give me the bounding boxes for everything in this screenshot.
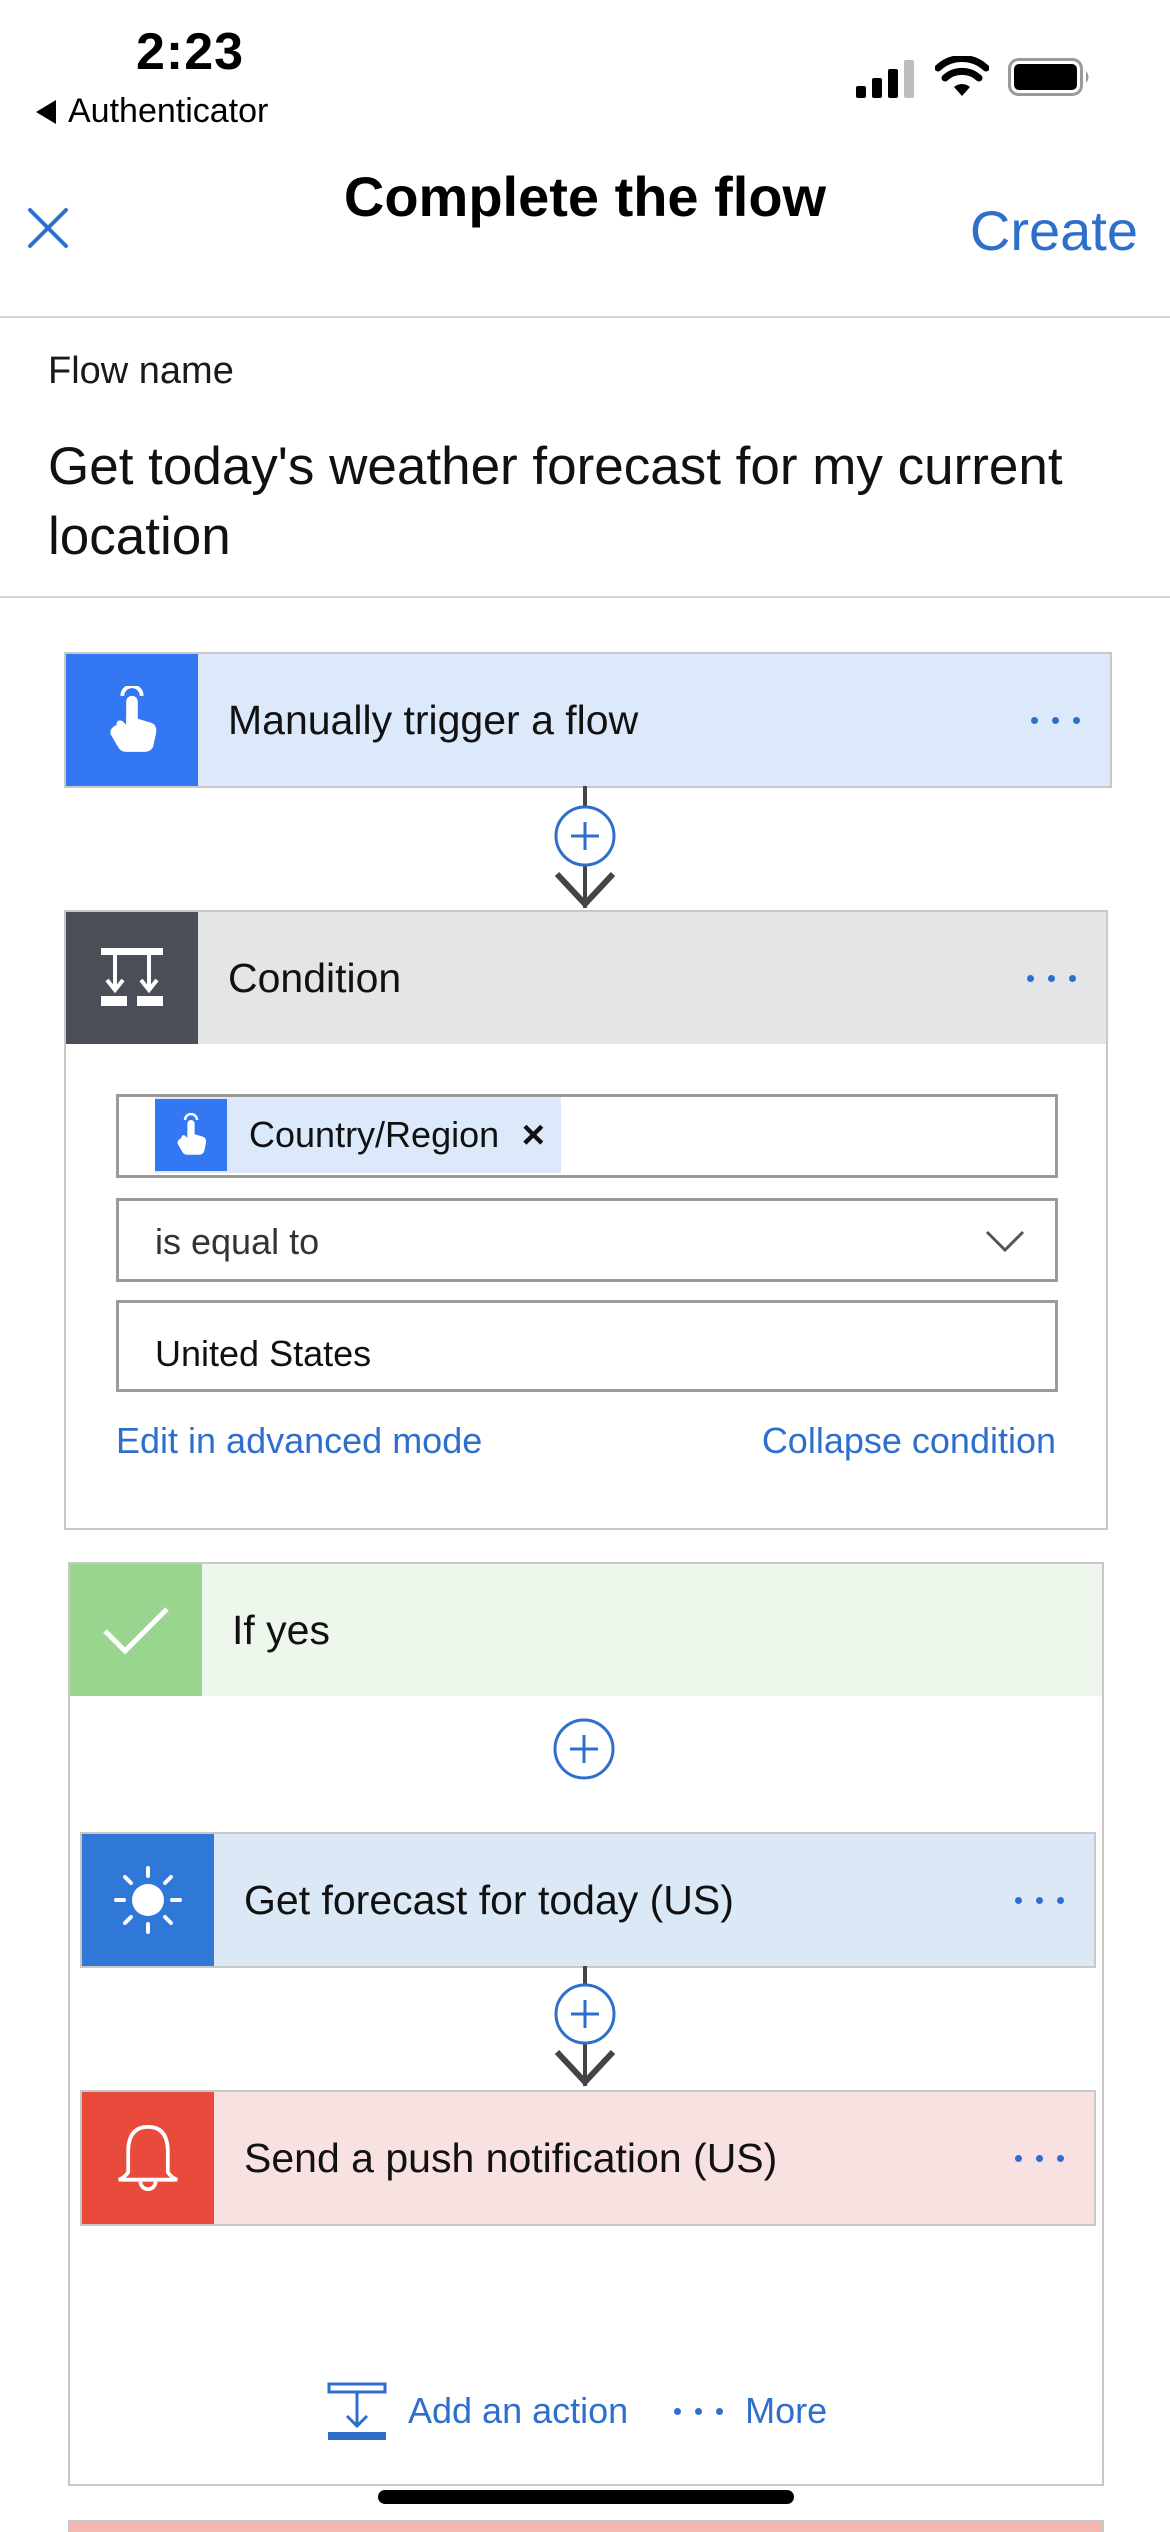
connector-with-add — [554, 1966, 616, 2087]
condition-value: United States — [155, 1333, 372, 1374]
status-bar: 2:23 Authenticator — [0, 0, 1170, 150]
token-label: Country/Region — [249, 1114, 500, 1155]
forecast-title: Get forecast for today (US) — [244, 1876, 734, 1923]
collapse-condition-link[interactable]: Collapse condition — [762, 1420, 1056, 1462]
edit-advanced-mode-link[interactable]: Edit in advanced mode — [116, 1420, 482, 1462]
back-app-label: Authenticator — [68, 92, 269, 130]
push-notification-card[interactable]: Send a push notification (US) — [80, 2090, 1096, 2226]
dynamic-token[interactable]: Country/Region × — [155, 1097, 561, 1173]
condition-title: Condition — [228, 954, 402, 1001]
flow-name-label: Flow name — [48, 350, 234, 392]
if-no-branch-peek — [68, 2520, 1104, 2532]
remove-token-icon[interactable]: × — [522, 1113, 561, 1158]
checkmark-icon — [70, 1564, 202, 1696]
condition-card[interactable]: Condition Country/Region × is equal to U… — [64, 910, 1108, 1530]
if-yes-title: If yes — [232, 1606, 330, 1653]
more-options-icon[interactable] — [984, 2092, 1094, 2224]
wifi-icon — [935, 56, 989, 96]
more-button[interactable]: More — [745, 2390, 827, 2432]
operator-value: is equal to — [155, 1221, 320, 1262]
flow-name-section: Flow name Get today's weather forecast f… — [0, 320, 1170, 598]
add-action-icon[interactable] — [326, 2380, 388, 2442]
trigger-title: Manually trigger a flow — [228, 696, 639, 743]
hand-touch-icon — [155, 1099, 227, 1171]
cellular-signal-icon — [856, 60, 914, 98]
sun-icon — [82, 1834, 214, 1966]
condition-branch-icon — [66, 912, 198, 1044]
chevron-down-icon — [985, 1230, 1025, 1253]
operator-dropdown[interactable]: is equal to — [116, 1198, 1058, 1282]
push-title: Send a push notification (US) — [244, 2134, 778, 2181]
condition-value-field[interactable]: United States — [116, 1300, 1058, 1392]
battery-icon — [1008, 58, 1089, 96]
flow-name-field[interactable]: Get today's weather forecast for my curr… — [48, 432, 1128, 572]
back-to-app-link[interactable]: Authenticator — [36, 92, 268, 131]
status-time: 2:23 — [136, 23, 245, 81]
condition-left-field[interactable]: Country/Region × — [116, 1094, 1058, 1178]
home-indicator[interactable] — [378, 2490, 794, 2504]
more-dots-icon[interactable] — [674, 2407, 724, 2415]
more-options-icon[interactable] — [1000, 654, 1110, 786]
branch-actions-row: Add an action More — [326, 2376, 827, 2446]
trigger-card[interactable]: Manually trigger a flow — [64, 652, 1112, 788]
create-button[interactable]: Create — [970, 198, 1138, 263]
add-step-icon[interactable] — [553, 1718, 615, 1780]
nav-bar: Complete the flow Create — [0, 150, 1170, 318]
bell-icon — [82, 2092, 214, 2224]
more-options-icon[interactable] — [996, 912, 1106, 1044]
forecast-action-card[interactable]: Get forecast for today (US) — [80, 1832, 1096, 1968]
connector-with-add — [554, 786, 616, 909]
more-options-icon[interactable] — [984, 1834, 1094, 1966]
back-triangle-icon — [36, 99, 56, 124]
hand-touch-icon — [66, 654, 198, 786]
add-action-button[interactable]: Add an action — [408, 2390, 628, 2432]
